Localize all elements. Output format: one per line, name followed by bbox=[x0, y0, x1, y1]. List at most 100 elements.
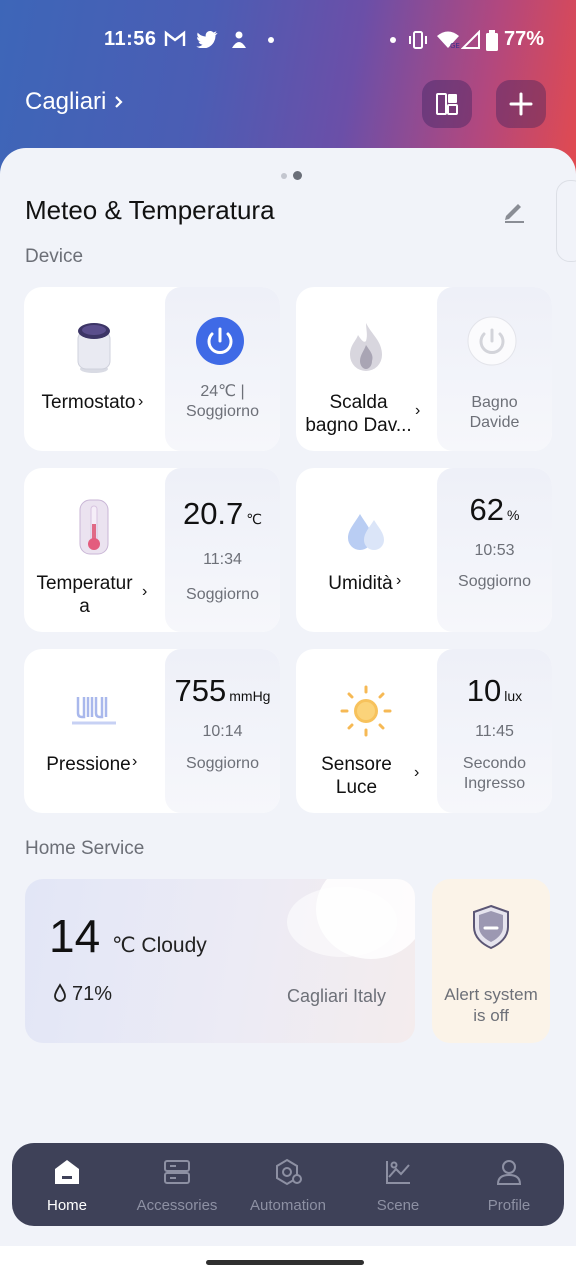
device-card-right: Bagno Davide bbox=[437, 287, 552, 451]
chevron-right-icon bbox=[115, 96, 123, 108]
thermostat-icon bbox=[77, 323, 111, 373]
device-card-left: Temperatur a › bbox=[24, 468, 165, 632]
status-bar: 11:56 GE 77% bbox=[0, 28, 576, 54]
device-status: 24℃ | bbox=[200, 383, 245, 400]
nav-scene[interactable]: Scene bbox=[343, 1143, 453, 1226]
plus-icon bbox=[509, 92, 533, 116]
device-card-umidita[interactable]: Umidità › 62% 10:53 Soggiorno bbox=[296, 468, 552, 632]
sensor-unit: % bbox=[507, 507, 520, 523]
svg-text:GE: GE bbox=[450, 42, 460, 50]
sensor-value: 62 bbox=[469, 492, 505, 527]
chevron-right-icon: › bbox=[138, 393, 144, 410]
weather-temperature: 14 bbox=[49, 910, 101, 962]
gmail-icon bbox=[164, 30, 186, 46]
device-card-termostato[interactable]: Termostato › 24℃ | Soggiorno bbox=[24, 287, 280, 451]
chevron-right-icon: › bbox=[142, 583, 148, 600]
power-button-on[interactable] bbox=[195, 316, 245, 366]
alert-system-card[interactable]: Alert system is off bbox=[432, 879, 550, 1043]
shield-icon bbox=[473, 904, 509, 950]
device-card-left: Termostato › bbox=[24, 287, 165, 451]
sun-icon bbox=[340, 685, 392, 737]
device-card-right: 10 lux 11:45 Secondo Ingresso bbox=[437, 649, 552, 813]
page-dot bbox=[281, 172, 287, 179]
location-label: Cagliari bbox=[25, 88, 107, 115]
twitter-icon bbox=[196, 30, 218, 48]
nav-home[interactable]: Home bbox=[12, 1143, 122, 1226]
sensor-time: 11:45 bbox=[475, 723, 514, 740]
device-name-line2: bagno Dav... bbox=[305, 415, 412, 436]
automation-icon bbox=[276, 1158, 302, 1186]
nav-label: Home bbox=[46, 1197, 87, 1214]
device-name: Umidità bbox=[328, 573, 393, 594]
device-card-right: 20.7 ℃ 11:34 Soggiorno bbox=[165, 468, 280, 632]
sensor-reading: 62% bbox=[437, 492, 552, 528]
device-name: Pressione bbox=[46, 754, 131, 775]
layout-button[interactable] bbox=[422, 80, 472, 128]
sensor-value: 10 bbox=[466, 673, 502, 708]
home-indicator[interactable] bbox=[206, 1260, 364, 1265]
flame-icon bbox=[350, 323, 382, 371]
profile-icon bbox=[496, 1160, 522, 1185]
wifi-icon: GE bbox=[437, 31, 460, 50]
sensor-room: Soggiorno bbox=[186, 755, 259, 772]
device-name: Scalda bagno Dav... bbox=[296, 391, 429, 437]
device-card-left: Pressione › bbox=[24, 649, 165, 813]
device-card-pressione[interactable]: Pressione › 755 mmHg 10:14 Soggiorno bbox=[24, 649, 280, 813]
device-name-line1: Sensore bbox=[321, 754, 392, 775]
device-card-left: Umidità › bbox=[296, 468, 437, 632]
sensor-time: 11:34 bbox=[203, 551, 242, 568]
device-card-sensore-luce[interactable]: Sensore Luce › 10 lux 11:45 Secondo Ingre… bbox=[296, 649, 552, 813]
device-card-right: 755 mmHg 10:14 Soggiorno bbox=[165, 649, 280, 813]
sensor-room: Soggiorno bbox=[186, 586, 259, 603]
battery-icon bbox=[486, 30, 498, 51]
device-card-right: 62% 10:53 Soggiorno bbox=[437, 468, 552, 632]
device-name-line2: a bbox=[79, 596, 90, 617]
more-notifications-dot-icon bbox=[268, 37, 274, 43]
status-time: 11:56 bbox=[104, 28, 157, 50]
page-dot-active bbox=[293, 171, 302, 180]
device-card-left: Sensore Luce › bbox=[296, 649, 437, 813]
dashboard-layout-icon bbox=[436, 93, 458, 115]
edit-icon[interactable] bbox=[500, 196, 528, 224]
weather-location: Cagliari Italy bbox=[287, 986, 387, 1006]
nav-automation[interactable]: Automation bbox=[233, 1143, 343, 1226]
add-button[interactable] bbox=[496, 80, 546, 128]
chevron-right-icon: › bbox=[396, 572, 402, 589]
device-name-line2: Luce bbox=[335, 777, 378, 798]
nav-label: Profile bbox=[487, 1197, 531, 1214]
scene-icon bbox=[386, 1161, 410, 1184]
alert-status-line1: Alert system bbox=[444, 985, 538, 1004]
home-icon bbox=[55, 1160, 79, 1184]
signal-icon bbox=[461, 30, 480, 49]
sensor-reading: 10 lux bbox=[437, 673, 552, 709]
alert-status: Alert system is off bbox=[432, 984, 550, 1026]
sensor-reading: 20.7 ℃ bbox=[165, 496, 280, 532]
device-name-line1: Scalda bbox=[329, 392, 388, 413]
power-button-off[interactable] bbox=[467, 316, 517, 366]
page-indicator bbox=[281, 171, 302, 180]
sensor-unit: lux bbox=[504, 688, 523, 704]
section-device: Device bbox=[25, 246, 84, 267]
device-card-temperatura[interactable]: Temperatur a › 20.7 ℃ 11:34 Soggiorno bbox=[24, 468, 280, 632]
location-selector[interactable]: Cagliari bbox=[25, 88, 124, 116]
weather-condition: ℃ Cloudy bbox=[112, 934, 207, 957]
device-card-scalda-bagno[interactable]: Scalda bagno Dav... › Bagno Davide bbox=[296, 287, 552, 451]
nav-accessories[interactable]: Accessories bbox=[122, 1143, 232, 1226]
nav-label: Accessories bbox=[136, 1197, 218, 1214]
sensor-reading: 755 mmHg bbox=[159, 673, 280, 709]
sensor-time: 10:53 bbox=[474, 542, 515, 559]
nav-profile[interactable]: Profile bbox=[454, 1143, 564, 1226]
device-card-left: Scalda bagno Dav... › bbox=[296, 287, 437, 451]
sensor-room: Soggiorno bbox=[458, 573, 531, 590]
alert-status-line2: is off bbox=[473, 1006, 509, 1025]
device-room: Bagno bbox=[471, 394, 518, 411]
battery-percent: 77% bbox=[504, 28, 545, 50]
side-panel-handle[interactable] bbox=[556, 180, 576, 262]
accessories-icon bbox=[164, 1160, 190, 1184]
weather-card[interactable]: 14 ℃ Cloudy 71% Cagliari Italy bbox=[25, 879, 415, 1043]
sensor-room: Secondo bbox=[462, 755, 527, 772]
device-name-line1: Temperatur bbox=[36, 573, 133, 594]
section-home-service: Home Service bbox=[25, 838, 145, 859]
device-room: Soggiorno bbox=[186, 403, 259, 420]
humidity-drops-icon bbox=[348, 514, 384, 550]
